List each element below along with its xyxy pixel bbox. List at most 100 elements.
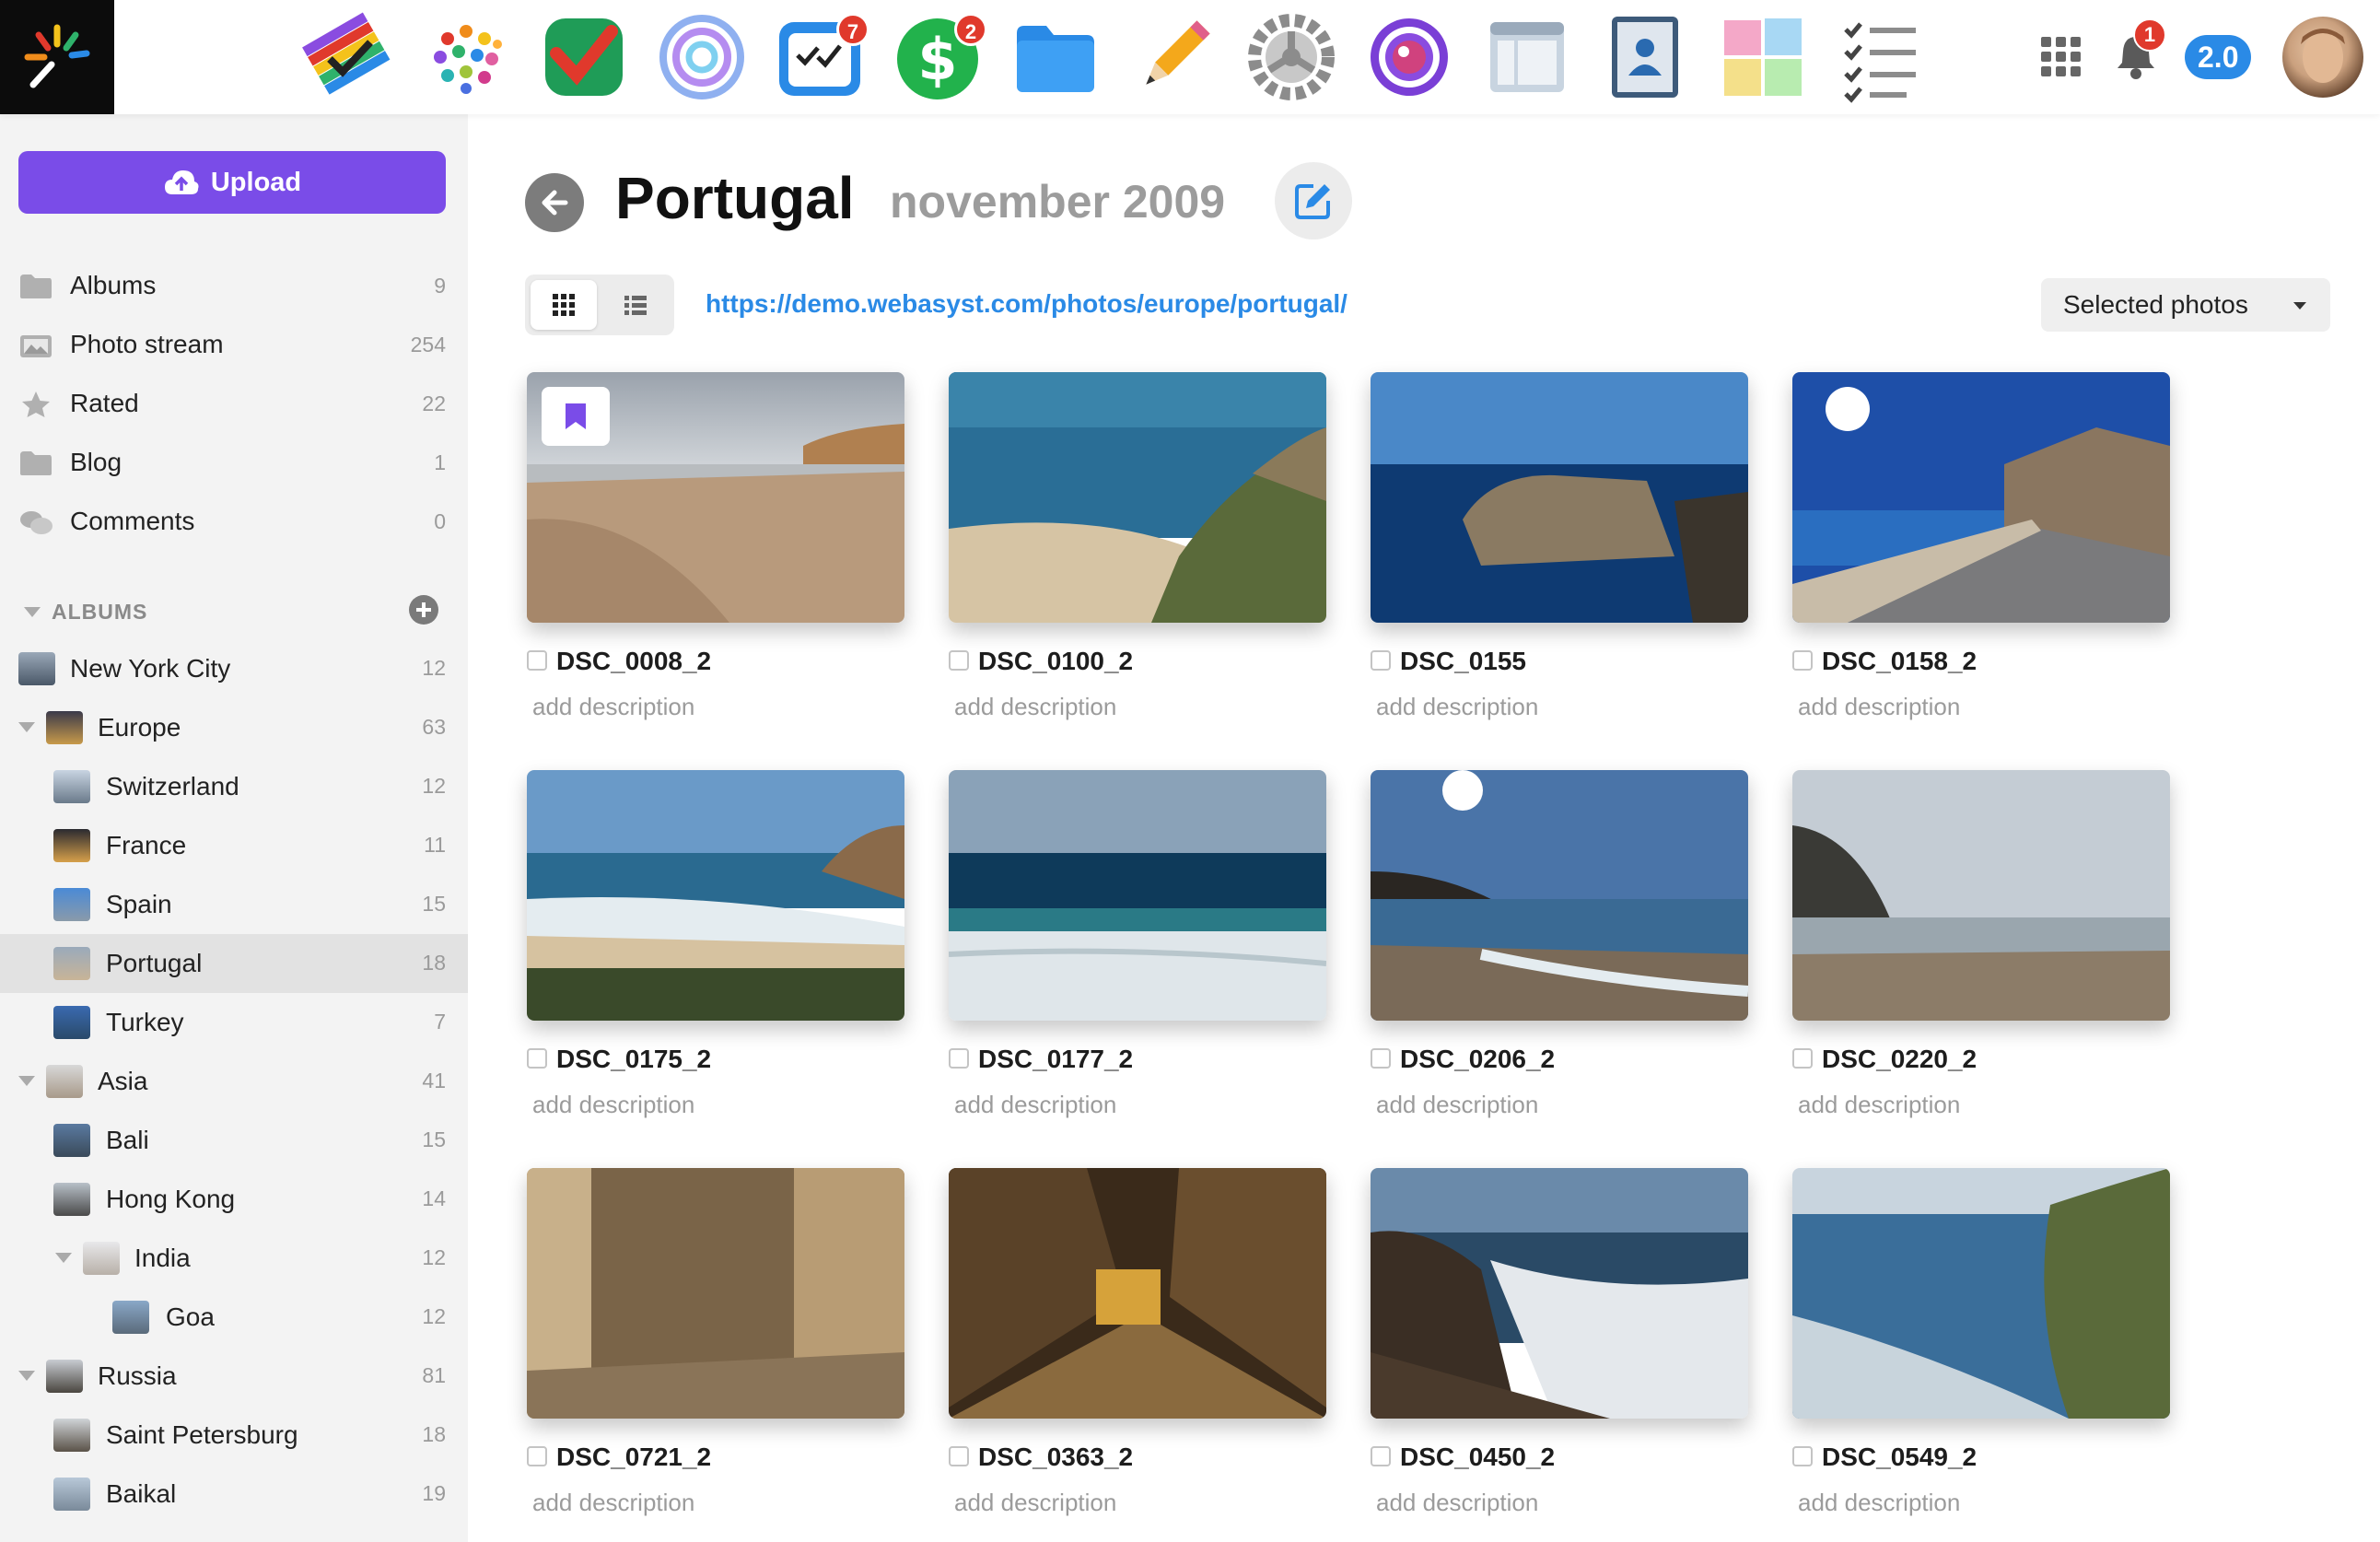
nav-albums[interactable]: Albums 9 bbox=[0, 256, 468, 315]
version-badge[interactable]: 2.0 bbox=[2185, 35, 2252, 79]
photo-card[interactable]: DSC_0220_2 add description bbox=[1792, 770, 2170, 1118]
upload-button[interactable]: Upload bbox=[18, 151, 446, 214]
photo-name[interactable]: DSC_0549_2 bbox=[1822, 1443, 1977, 1472]
photo-name[interactable]: DSC_0450_2 bbox=[1400, 1443, 1555, 1472]
photo-thumbnail[interactable] bbox=[1371, 1168, 1748, 1419]
photo-name[interactable]: DSC_0721_2 bbox=[556, 1443, 711, 1472]
app-files[interactable] bbox=[1009, 11, 1102, 103]
photo-card[interactable]: DSC_0175_2 add description bbox=[527, 770, 904, 1118]
nav-blog[interactable]: Blog 1 bbox=[0, 433, 468, 492]
photo-description[interactable]: add description bbox=[1376, 1489, 1538, 1517]
photo-checkbox[interactable] bbox=[949, 1446, 969, 1466]
photo-card[interactable]: DSC_0177_2 add description bbox=[949, 770, 1326, 1118]
photo-thumbnail[interactable] bbox=[1792, 1168, 2170, 1419]
photo-description[interactable]: add description bbox=[1798, 1091, 1960, 1119]
album-new-york-city[interactable]: New York City 12 bbox=[0, 639, 468, 698]
album-turkey[interactable]: Turkey 7 bbox=[0, 993, 468, 1052]
album-portugal[interactable]: Portugal 18 bbox=[0, 934, 468, 993]
photo-card[interactable]: DSC_0549_2 add description bbox=[1792, 1168, 2170, 1516]
photo-thumbnail[interactable] bbox=[949, 770, 1326, 1021]
album-switzerland[interactable]: Switzerland 12 bbox=[0, 757, 468, 816]
grid-view-icon[interactable] bbox=[531, 280, 597, 330]
album-spain[interactable]: Spain 15 bbox=[0, 875, 468, 934]
app-installer[interactable] bbox=[1245, 11, 1337, 103]
photo-thumbnail[interactable] bbox=[1792, 770, 2170, 1021]
photo-checkbox[interactable] bbox=[527, 1048, 547, 1069]
edit-pencil-icon[interactable] bbox=[1275, 162, 1352, 239]
photo-checkbox[interactable] bbox=[949, 1048, 969, 1069]
expand-caret-icon[interactable] bbox=[18, 1371, 35, 1381]
photo-checkbox[interactable] bbox=[1792, 650, 1813, 671]
album-asia[interactable]: Asia 41 bbox=[0, 1052, 468, 1111]
photo-thumbnail[interactable] bbox=[1792, 372, 2170, 623]
photo-thumbnail[interactable] bbox=[527, 372, 904, 623]
app-site[interactable] bbox=[420, 11, 512, 103]
photo-thumbnail[interactable] bbox=[527, 1168, 904, 1419]
photo-name[interactable]: DSC_0175_2 bbox=[556, 1045, 711, 1074]
album-baikal[interactable]: Baikal 19 bbox=[0, 1465, 468, 1524]
photo-checkbox[interactable] bbox=[527, 650, 547, 671]
photo-card[interactable]: DSC_0158_2 add description bbox=[1792, 372, 2170, 720]
photo-thumbnail[interactable] bbox=[949, 372, 1326, 623]
app-shop[interactable] bbox=[302, 11, 394, 103]
add-album-icon[interactable] bbox=[409, 595, 438, 625]
back-arrow-icon[interactable] bbox=[525, 173, 584, 232]
photo-name[interactable]: DSC_0363_2 bbox=[978, 1443, 1133, 1472]
photo-description[interactable]: add description bbox=[954, 1489, 1116, 1517]
albums-section-header[interactable]: ALBUMS bbox=[24, 593, 448, 630]
nav-comments[interactable]: Comments 0 bbox=[0, 492, 468, 551]
photo-description[interactable]: add description bbox=[532, 1489, 694, 1517]
favorite-badge[interactable] bbox=[542, 387, 610, 446]
app-crm[interactable] bbox=[538, 11, 630, 103]
photo-description[interactable]: add description bbox=[1798, 693, 1960, 721]
photo-name[interactable]: DSC_0220_2 bbox=[1822, 1045, 1977, 1074]
album-france[interactable]: France 11 bbox=[0, 816, 468, 875]
photo-checkbox[interactable] bbox=[1792, 1446, 1813, 1466]
photo-card[interactable]: DSC_0363_2 add description bbox=[949, 1168, 1326, 1516]
app-notes[interactable] bbox=[1717, 11, 1809, 103]
app-tasks[interactable] bbox=[1835, 11, 1927, 103]
album-goa[interactable]: Goa 12 bbox=[0, 1288, 468, 1347]
expand-caret-icon[interactable] bbox=[18, 722, 35, 732]
expand-caret-icon[interactable] bbox=[18, 1076, 35, 1086]
expand-caret-icon[interactable] bbox=[55, 1253, 72, 1263]
photo-name[interactable]: DSC_0206_2 bbox=[1400, 1045, 1555, 1074]
photo-thumbnail[interactable] bbox=[1371, 372, 1748, 623]
nav-rated[interactable]: Rated 22 bbox=[0, 374, 468, 433]
photo-card[interactable]: DSC_0450_2 add description bbox=[1371, 1168, 1748, 1516]
list-view-icon[interactable] bbox=[602, 280, 669, 330]
photo-thumbnail[interactable] bbox=[527, 770, 904, 1021]
nav-photo-stream[interactable]: Photo stream 254 bbox=[0, 315, 468, 374]
photo-thumbnail[interactable] bbox=[949, 1168, 1326, 1419]
photo-name[interactable]: DSC_0100_2 bbox=[978, 647, 1133, 676]
app-team[interactable]: 7 bbox=[774, 11, 869, 103]
photo-card[interactable]: DSC_0721_2 add description bbox=[527, 1168, 904, 1516]
photo-card[interactable]: DSC_0008_2 add description bbox=[527, 372, 904, 720]
photo-thumbnail[interactable] bbox=[1371, 770, 1748, 1021]
album-saint-petersburg[interactable]: Saint Petersburg 18 bbox=[0, 1406, 468, 1465]
album-public-link[interactable]: https://demo.webasyst.com/photos/europe/… bbox=[706, 289, 1348, 319]
photo-checkbox[interactable] bbox=[949, 650, 969, 671]
app-photos[interactable] bbox=[1363, 11, 1455, 103]
app-site-editor[interactable] bbox=[1481, 11, 1573, 103]
photo-card[interactable]: DSC_0206_2 add description bbox=[1371, 770, 1748, 1118]
photo-name[interactable]: DSC_0158_2 bbox=[1822, 647, 1977, 676]
photo-description[interactable]: add description bbox=[954, 1091, 1116, 1119]
app-blog[interactable] bbox=[1127, 11, 1219, 103]
photo-description[interactable]: add description bbox=[954, 693, 1116, 721]
photo-description[interactable]: add description bbox=[532, 693, 694, 721]
photo-checkbox[interactable] bbox=[1371, 650, 1391, 671]
photo-checkbox[interactable] bbox=[1792, 1048, 1813, 1069]
album-bali[interactable]: Bali 15 bbox=[0, 1111, 468, 1170]
photo-description[interactable]: add description bbox=[1798, 1489, 1960, 1517]
photo-card[interactable]: DSC_0100_2 add description bbox=[949, 372, 1326, 720]
photo-description[interactable]: add description bbox=[1376, 1091, 1538, 1119]
photo-name[interactable]: DSC_0177_2 bbox=[978, 1045, 1133, 1074]
webasyst-logo[interactable] bbox=[0, 0, 114, 114]
photo-checkbox[interactable] bbox=[527, 1446, 547, 1466]
photo-checkbox[interactable] bbox=[1371, 1446, 1391, 1466]
photo-description[interactable]: add description bbox=[532, 1091, 694, 1119]
photo-card[interactable]: DSC_0155 add description bbox=[1371, 372, 1748, 720]
all-apps-grid-icon[interactable] bbox=[2041, 37, 2082, 77]
album-india[interactable]: India 12 bbox=[0, 1229, 468, 1288]
